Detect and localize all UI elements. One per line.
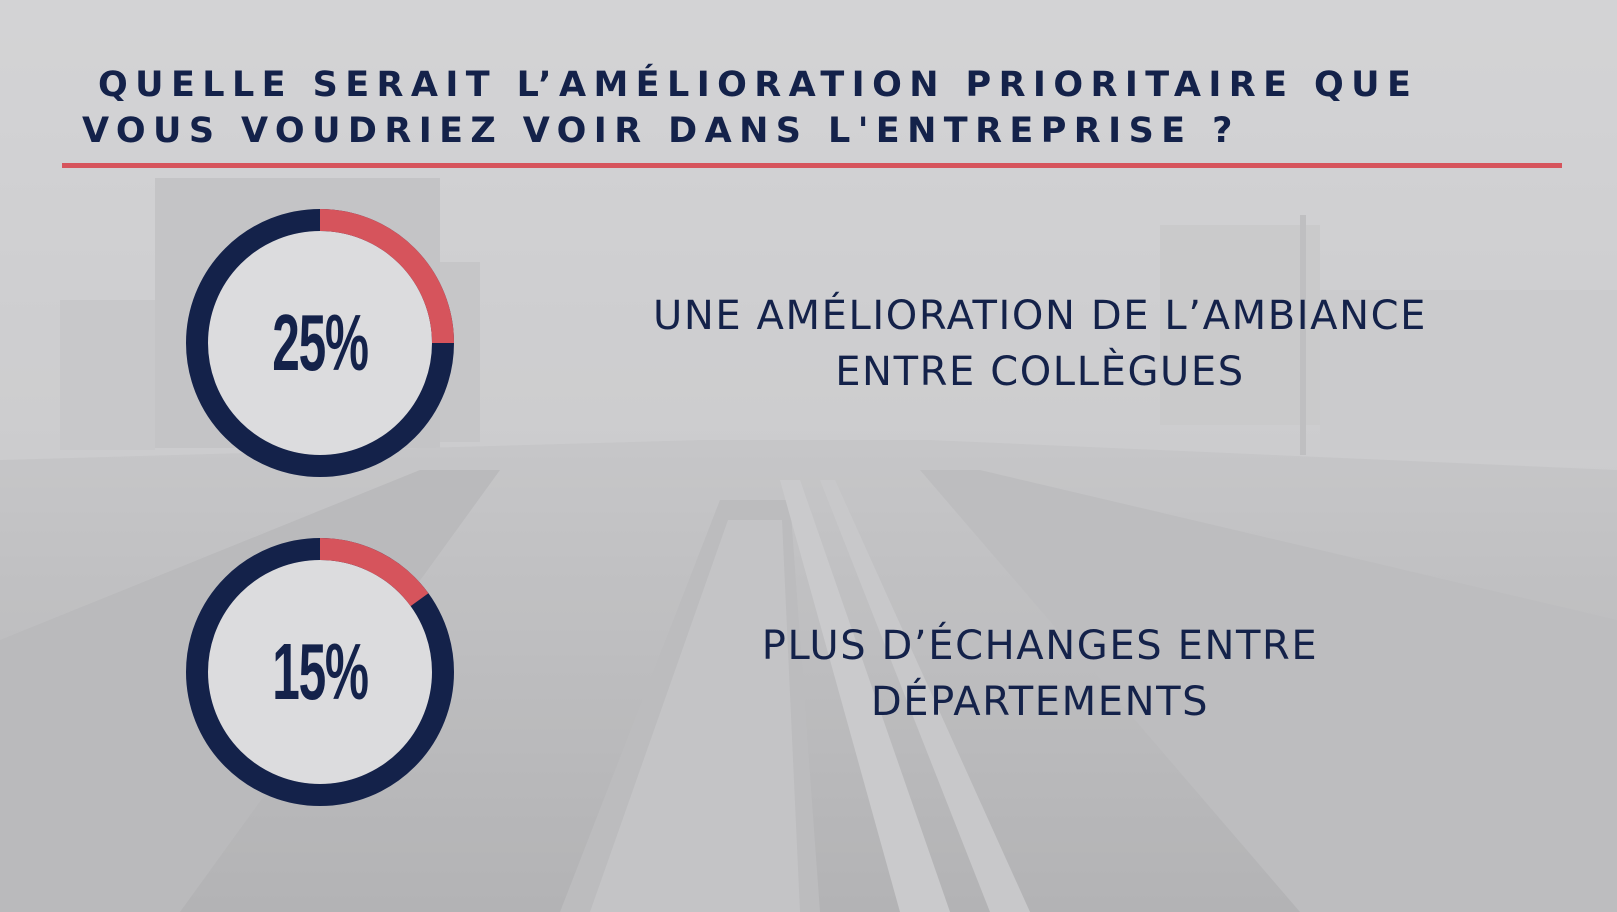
- donut-chart-1-value-label: 25%: [272, 298, 369, 387]
- donut-chart-1: 25%: [180, 203, 460, 483]
- stat-row-ambiance: 25% UNE AMÉLIORATION DE L’AMBIANCE ENTRE…: [0, 203, 1617, 493]
- stat-label-echanges: PLUS D’ÉCHANGES ENTRE DÉPARTEMENTS: [560, 618, 1520, 730]
- slide: Quelle serait l’amélioration prioritaire…: [0, 0, 1617, 912]
- stat-label-ambiance-line-2: ENTRE COLLÈGUES: [835, 349, 1245, 395]
- stat-label-echanges-line-2: DÉPARTEMENTS: [870, 679, 1210, 725]
- title-line-1: Quelle serait l’amélioration prioritaire…: [98, 65, 1419, 105]
- slide-title: Quelle serait l’amélioration prioritaire…: [82, 62, 1542, 154]
- stat-row-echanges: 15% PLUS D’ÉCHANGES ENTRE DÉPARTEMENTS: [0, 532, 1617, 822]
- stat-label-echanges-line-1: PLUS D’ÉCHANGES ENTRE: [761, 623, 1319, 669]
- stat-label-ambiance: UNE AMÉLIORATION DE L’AMBIANCE ENTRE COL…: [560, 288, 1520, 400]
- title-underline: [62, 163, 1562, 168]
- donut-chart-2: 15%: [180, 532, 460, 812]
- title-line-2: vous voudriez voir dans l'entreprise ?: [82, 111, 1240, 151]
- stat-label-ambiance-line-1: UNE AMÉLIORATION DE L’AMBIANCE: [652, 293, 1428, 339]
- donut-chart-2-value-label: 15%: [272, 627, 369, 716]
